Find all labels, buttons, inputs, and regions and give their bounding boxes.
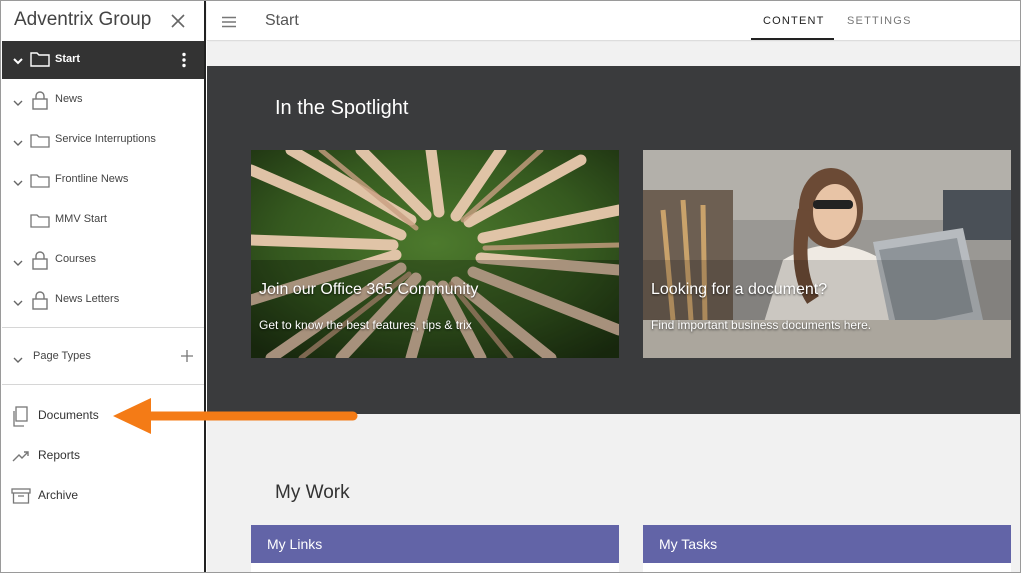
- card-title: Looking for a document?: [651, 281, 828, 298]
- page-types-section[interactable]: Page Types: [2, 338, 204, 376]
- chevron-down-icon[interactable]: [12, 54, 24, 72]
- chevron-down-icon[interactable]: [12, 352, 24, 370]
- annotation-arrow-icon: [113, 398, 358, 434]
- nav-link-label: Reports: [38, 448, 81, 462]
- tab-content[interactable]: CONTENT: [763, 15, 825, 27]
- add-icon[interactable]: [180, 349, 194, 368]
- tree-item-courses[interactable]: Courses: [2, 240, 204, 280]
- tab-settings[interactable]: SETTINGS: [847, 15, 912, 27]
- folder-icon: [30, 130, 50, 155]
- my-links-panel: My Links: [251, 525, 619, 572]
- sidebar: Adventrix Group Start News Service Inter…: [1, 1, 206, 572]
- active-tab-indicator: [751, 38, 834, 40]
- page-types-label: Page Types: [33, 350, 91, 362]
- folder-icon: [30, 51, 50, 72]
- nav-link-label: Documents: [38, 408, 99, 422]
- tree-item-label: News: [55, 93, 83, 105]
- tree-item-start[interactable]: Start: [2, 41, 204, 79]
- documents-icon: [11, 406, 31, 433]
- tree-item-label: Start: [55, 53, 81, 65]
- panel-header: My Links: [251, 525, 619, 563]
- trend-icon: [11, 446, 31, 471]
- tree-item-mmv-start[interactable]: MMV Start: [2, 200, 204, 240]
- close-icon[interactable]: [168, 11, 188, 31]
- tree-item-label: Courses: [55, 253, 96, 265]
- more-options-icon[interactable]: [182, 52, 186, 73]
- tree-item-news[interactable]: News: [2, 80, 204, 120]
- tree-item-frontline-news[interactable]: Frontline News: [2, 160, 204, 200]
- my-tasks-panel: My Tasks: [643, 525, 1011, 572]
- site-title: Adventrix Group: [14, 9, 152, 30]
- lock-icon: [30, 250, 50, 275]
- lock-icon: [30, 290, 50, 315]
- my-work-title: My Work: [275, 482, 350, 503]
- card-subtitle: Find important business documents here.: [651, 318, 872, 332]
- chevron-down-icon[interactable]: [12, 135, 24, 153]
- page-title: Start: [265, 12, 299, 29]
- tree-item-service-interruptions[interactable]: Service Interruptions: [2, 120, 204, 160]
- folder-icon: [30, 210, 50, 235]
- main-content: In the Spotlight Join our Office 365 Com…: [207, 42, 1020, 572]
- top-bar: Start CONTENT SETTINGS: [207, 1, 1020, 41]
- nav-link-label: Archive: [38, 488, 79, 502]
- tree-item-label: Service Interruptions: [55, 133, 156, 145]
- tree-item-label: News Letters: [55, 293, 120, 305]
- divider: [2, 327, 204, 328]
- tree-item-label: Frontline News: [55, 173, 129, 185]
- nav-link-archive[interactable]: Archive: [2, 476, 204, 514]
- hamburger-menu-icon[interactable]: [221, 15, 237, 33]
- folder-icon: [30, 170, 50, 195]
- app-window: Adventrix Group Start News Service Inter…: [0, 0, 1021, 573]
- tree-item-news-letters[interactable]: News Letters: [2, 280, 204, 320]
- nav-link-reports[interactable]: Reports: [2, 436, 204, 474]
- panel-title: My Links: [267, 536, 323, 552]
- chevron-down-icon[interactable]: [12, 295, 24, 313]
- card-subtitle: Get to know the best features, tips & tr…: [259, 318, 472, 332]
- chevron-down-icon[interactable]: [12, 175, 24, 193]
- spotlight-title: In the Spotlight: [275, 97, 409, 119]
- divider: [2, 384, 204, 385]
- spotlight-card-community[interactable]: Join our Office 365 Community Get to kno…: [251, 150, 619, 358]
- archive-icon: [11, 486, 31, 511]
- chevron-down-icon[interactable]: [12, 95, 24, 113]
- panel-title: My Tasks: [659, 536, 718, 552]
- spotlight-section: In the Spotlight Join our Office 365 Com…: [207, 66, 1020, 414]
- spotlight-card-documents[interactable]: Looking for a document? Find important b…: [643, 150, 1011, 358]
- tree-item-label: MMV Start: [55, 213, 107, 225]
- chevron-down-icon[interactable]: [12, 255, 24, 273]
- panel-header: My Tasks: [643, 525, 1011, 563]
- card-title: Join our Office 365 Community: [259, 281, 479, 298]
- lock-icon: [30, 90, 50, 115]
